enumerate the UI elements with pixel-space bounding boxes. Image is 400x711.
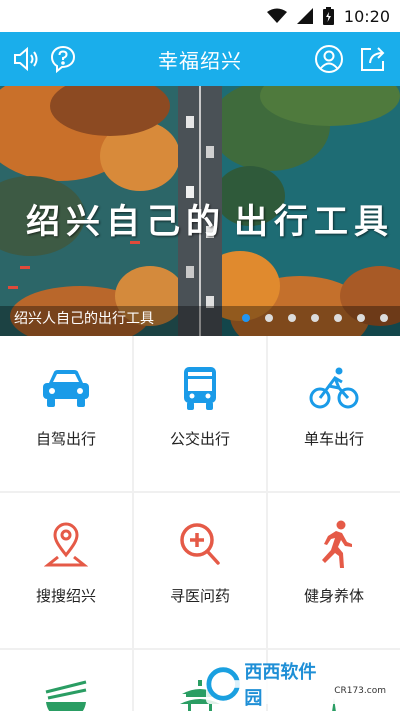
map-pin-icon (44, 521, 88, 569)
watermark-logo: 西西软件园 CR173.com (206, 662, 386, 709)
watermark-text: 西西软件园 (244, 662, 317, 709)
service-label: 公交出行 (169, 430, 230, 448)
signal-icon (296, 8, 313, 24)
service-label: 健身养体 (303, 587, 364, 605)
service-bicycle[interactable]: 单车出行 (268, 336, 400, 491)
service-label: 自驾出行 (35, 430, 96, 448)
service-medical[interactable]: 寻医问药 (134, 493, 266, 648)
app-bar: 幸福绍兴 (0, 32, 400, 86)
banner-carousel[interactable]: 绍兴自己的 出行工具 绍兴人自己的出行工具 (0, 86, 400, 336)
service-label: 单车出行 (303, 430, 364, 448)
banner-headline-right: 出行工具 (234, 202, 394, 242)
carousel-dot[interactable] (357, 314, 365, 322)
service-food[interactable] (0, 650, 132, 711)
service-label: 寻医问药 (169, 587, 230, 605)
battery-charging-icon (322, 7, 334, 25)
food-bowl-icon (42, 678, 90, 711)
carousel-indicator (227, 314, 388, 322)
watermark-subtext: CR173.com (334, 686, 386, 696)
service-fitness[interactable]: 健身养体 (268, 493, 400, 648)
bicycle-icon (309, 364, 359, 412)
service-bus[interactable]: 公交出行 (134, 336, 266, 491)
services-grid: 自驾出行 公交出行 单车出行 搜搜绍兴 寻医问药 健身养体 (0, 336, 400, 711)
user-icon[interactable] (312, 42, 346, 76)
service-label: 搜搜绍兴 (35, 587, 96, 605)
wifi-icon (266, 8, 287, 24)
carousel-dot[interactable] (265, 314, 273, 322)
bus-icon (182, 364, 218, 412)
share-icon[interactable] (356, 42, 390, 76)
status-bar: 10:20 (0, 0, 400, 32)
carousel-dot[interactable] (288, 314, 296, 322)
banner-headline-left: 绍兴自己的 (26, 202, 226, 242)
runner-icon (314, 520, 354, 569)
service-self-drive[interactable]: 自驾出行 (0, 336, 132, 491)
carousel-dot[interactable] (380, 314, 388, 322)
carousel-dot[interactable] (242, 314, 250, 322)
clock: 10:20 (343, 6, 390, 26)
carousel-dot[interactable] (311, 314, 319, 322)
service-search-shaoxing[interactable]: 搜搜绍兴 (0, 493, 132, 648)
medical-search-icon (178, 521, 222, 569)
watermark-icon (206, 667, 241, 701)
banner-caption: 绍兴人自己的出行工具 (14, 311, 154, 327)
carousel-dot[interactable] (334, 314, 342, 322)
car-icon (41, 364, 91, 412)
